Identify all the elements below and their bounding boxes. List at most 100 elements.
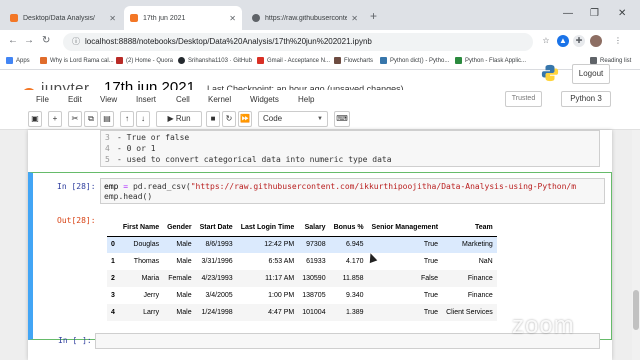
extension-icon[interactable]: ▲	[557, 35, 569, 47]
info-icon[interactable]: ⓘ	[72, 33, 80, 51]
dataframe-table: First Name Gender Start Date Last Login …	[107, 219, 497, 321]
globe-icon	[252, 14, 260, 22]
save-icon[interactable]: ▣	[28, 111, 42, 127]
cell-type-select[interactable]: Code ▼	[258, 111, 328, 127]
github-icon	[178, 57, 185, 64]
reading-list-icon	[590, 57, 597, 64]
bookmark-item[interactable]: Python dict() - Pytho...	[380, 57, 449, 64]
markdown-text: - used to convert categorical data into …	[117, 155, 392, 164]
table-cell: 4/23/1993	[201, 275, 233, 282]
move-down-icon[interactable]: ↓	[136, 111, 150, 127]
copy-icon[interactable]: ⧉	[84, 111, 98, 127]
restart-icon[interactable]: ↻	[222, 111, 236, 127]
column-header: Senior Management	[371, 223, 439, 231]
close-tab-icon[interactable]: ✕	[229, 14, 236, 23]
table-cell: Female	[168, 275, 192, 282]
forward-icon[interactable]: →	[24, 35, 34, 46]
bookmark-item[interactable]: Flowcharts	[334, 57, 373, 64]
bookmark-item[interactable]: Why is Lord Rama cal...	[40, 57, 114, 64]
markdown-line: 3 - True or false	[105, 133, 595, 144]
table-cell: 8/6/1993	[205, 241, 233, 249]
table-cell: 3/31/1996	[201, 258, 233, 265]
browser-tab-strip: Desktop/Data Analysis/ ✕ 17th jun 2021 ✕…	[0, 0, 640, 30]
menu-insert[interactable]: Insert	[136, 95, 156, 104]
table-cell: Finance	[467, 275, 493, 282]
table-cell: Maria	[141, 275, 160, 282]
bookmark-star-icon[interactable]: ☆	[540, 35, 552, 47]
bookmark-item[interactable]: Gmail - Acceptance N...	[257, 57, 330, 64]
bookmark-item[interactable]: Python - Flask Applic...	[455, 57, 526, 64]
table-cell: True	[423, 241, 439, 249]
tab-label: 17th jun 2021	[143, 14, 186, 22]
new-tab-button[interactable]: +	[370, 9, 377, 23]
cut-icon[interactable]: ✂	[68, 111, 82, 127]
bookmark-item[interactable]: (2) Home - Quora	[116, 57, 173, 64]
site-favicon-icon	[40, 57, 47, 64]
table-cell: 138705	[302, 292, 326, 299]
reload-icon[interactable]: ↻	[42, 35, 50, 46]
bookmark-apps[interactable]: Apps	[6, 57, 30, 64]
restart-run-all-icon[interactable]: ⏩	[238, 111, 252, 127]
bookmark-item[interactable]: Srihansha1103 · GitHub	[178, 57, 252, 64]
page-scrollbar[interactable]	[632, 130, 640, 360]
menu-widgets[interactable]: Widgets	[250, 95, 279, 104]
table-cell: Finance	[467, 292, 493, 299]
table-cell: NaN	[478, 258, 493, 265]
interrupt-icon[interactable]: ■	[206, 111, 220, 127]
menu-view[interactable]: View	[100, 95, 117, 104]
table-cell: Marketing	[462, 241, 493, 249]
paste-icon[interactable]: ▤	[100, 111, 114, 127]
browser-tab-3[interactable]: https://raw.githubusercontent.com ✕	[246, 6, 364, 30]
table-cell: Larry	[143, 309, 160, 316]
run-button[interactable]: ▶ Run	[156, 111, 202, 127]
markdown-line: 4 - 0 or 1	[105, 144, 595, 155]
column-header: Start Date	[199, 223, 233, 231]
table-cell: False	[420, 275, 439, 282]
apps-grid-icon	[6, 57, 13, 64]
menu-kernel[interactable]: Kernel	[208, 95, 231, 104]
table-cell: Male	[176, 292, 192, 299]
quora-icon	[116, 57, 123, 64]
code-editor[interactable]: emp = pd.read_csv("https://raw.githubuse…	[100, 178, 605, 204]
browser-tab-2[interactable]: 17th jun 2021 ✕	[124, 6, 242, 30]
more-menu-icon[interactable]: ⋮	[612, 35, 624, 47]
kernel-indicator[interactable]: Python 3	[561, 91, 611, 107]
maximize-icon[interactable]: ❐	[590, 8, 599, 19]
menu-edit[interactable]: Edit	[68, 95, 82, 104]
minimize-icon[interactable]: —	[563, 8, 573, 19]
bookmark-label: (2) Home - Quora	[126, 57, 174, 64]
back-icon[interactable]: ←	[8, 35, 18, 46]
markdown-text: - 0 or 1	[117, 144, 156, 153]
jupyter-favicon-icon	[10, 14, 18, 22]
row-index: 4	[111, 309, 115, 316]
reading-list[interactable]: Reading list	[590, 57, 631, 64]
menu-help[interactable]: Help	[298, 95, 314, 104]
line-number: 3	[105, 133, 110, 142]
table-cell: 6.945	[346, 241, 364, 249]
bookmark-label: Gmail - Acceptance N...	[267, 57, 331, 64]
scrollbar-thumb[interactable]	[633, 290, 639, 330]
command-palette-icon[interactable]: ⌨	[334, 111, 350, 127]
table-cell: 1/24/1998	[201, 309, 233, 316]
insert-cell-icon[interactable]: +	[48, 111, 62, 127]
table-cell: 130590	[302, 275, 326, 282]
markdown-cell-editor[interactable]: 3 - True or false 4 - 0 or 1 5 - used to co…	[100, 130, 600, 167]
table-cell: True	[423, 292, 439, 299]
line-number: 4	[105, 144, 110, 153]
menu-cell[interactable]: Cell	[176, 95, 190, 104]
browser-tab-1[interactable]: Desktop/Data Analysis/ ✕	[4, 6, 122, 30]
address-bar[interactable]: ⓘ localhost:8888/notebooks/Desktop/Data%…	[63, 33, 533, 51]
close-tab-icon[interactable]: ✕	[351, 14, 358, 23]
code-token: emp	[104, 182, 119, 191]
trusted-indicator[interactable]: Trusted	[505, 91, 542, 107]
close-window-icon[interactable]: ✕	[618, 8, 626, 19]
markdown-text: - True or false	[117, 133, 190, 142]
row-index: 1	[111, 258, 115, 265]
python-icon	[380, 57, 387, 64]
move-up-icon[interactable]: ↑	[120, 111, 134, 127]
avatar[interactable]	[590, 35, 602, 47]
puzzle-icon[interactable]: ✚	[573, 35, 585, 47]
logout-button[interactable]: Logout	[572, 64, 610, 84]
close-tab-icon[interactable]: ✕	[109, 14, 116, 23]
menu-file[interactable]: File	[36, 95, 49, 104]
